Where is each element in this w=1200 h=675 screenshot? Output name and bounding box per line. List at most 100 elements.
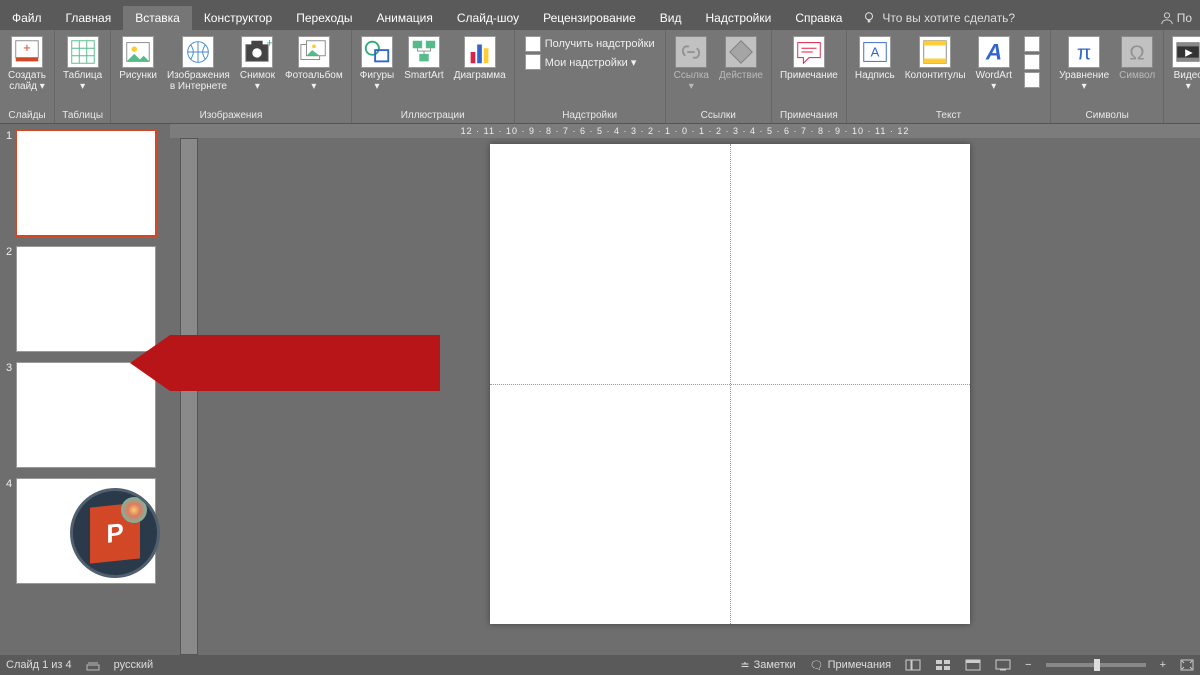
slide-counter[interactable]: Слайд 1 из 4 bbox=[6, 659, 72, 671]
sorter-view-button[interactable] bbox=[935, 659, 951, 671]
object-icon[interactable] bbox=[1024, 72, 1040, 88]
ribbon-group-надстройки: Получить надстройки Мои надстройки ▾ Надст… bbox=[515, 30, 666, 123]
reading-view-button[interactable] bbox=[965, 659, 981, 671]
ribbon-equation-button[interactable]: πУравнение ▾ bbox=[1055, 32, 1113, 92]
fit-window-button[interactable] bbox=[1180, 659, 1194, 671]
table-icon bbox=[67, 36, 99, 68]
account-button[interactable]: По bbox=[1152, 6, 1200, 30]
ribbon-group-ссылки: Ссылка ▾Действие Ссылки bbox=[666, 30, 772, 123]
horizontal-guide bbox=[490, 384, 970, 385]
language-indicator[interactable]: русский bbox=[114, 659, 153, 671]
ribbon-smartart-button[interactable]: SmartArt bbox=[400, 32, 447, 81]
ribbon-store[interactable]: Получить надстройки bbox=[525, 36, 655, 52]
ribbon-header-footer-button[interactable]: Колонтитулы bbox=[901, 32, 970, 81]
person-icon bbox=[1160, 11, 1174, 25]
ribbon-my-addins[interactable]: Мои надстройки ▾ bbox=[525, 54, 655, 70]
group-label: Таблицы bbox=[62, 109, 103, 123]
zoom-in-button[interactable]: + bbox=[1160, 659, 1166, 671]
menu-tab-файл[interactable]: Файл bbox=[0, 6, 54, 30]
svg-text:A: A bbox=[985, 40, 1002, 65]
screenshot-icon: + bbox=[241, 36, 273, 68]
menu-tab-главная[interactable]: Главная bbox=[54, 6, 124, 30]
palette-icon bbox=[121, 497, 147, 523]
ribbon-comment-button[interactable]: Примечание bbox=[776, 32, 842, 81]
ribbon-group-иллюстрации: Фигуры ▾SmartArtДиаграмма Иллюстрации bbox=[352, 30, 515, 123]
slide-thumbnail-1[interactable]: 1 bbox=[2, 130, 168, 236]
menu-tab-переходы[interactable]: Переходы bbox=[284, 6, 364, 30]
ribbon-screenshot-button[interactable]: +Снимок ▾ bbox=[236, 32, 279, 92]
ribbon-wordart-button[interactable]: AWordArt ▾ bbox=[972, 32, 1017, 92]
menu-tab-справка[interactable]: Справка bbox=[783, 6, 854, 30]
menu-tab-конструктор[interactable]: Конструктор bbox=[192, 6, 284, 30]
status-bar: Слайд 1 из 4 русский ≐ Заметки 🗨 Примеча… bbox=[0, 655, 1200, 675]
svg-text:Ω: Ω bbox=[1129, 42, 1144, 65]
zoom-out-button[interactable]: − bbox=[1025, 659, 1031, 671]
horizontal-ruler: 12 · 11 · 10 · 9 · 8 · 7 · 6 · 5 · 4 · 3… bbox=[170, 124, 1200, 138]
menu-bar: ФайлГлавнаяВставкаКонструкторПереходыАни… bbox=[0, 6, 1200, 30]
red-arrow-annotation bbox=[130, 335, 440, 391]
slideshow-view-button[interactable] bbox=[995, 659, 1011, 671]
group-label: Надстройки bbox=[562, 109, 617, 123]
menu-tab-слайд-шоу[interactable]: Слайд-шоу bbox=[445, 6, 531, 30]
ribbon-photo-album-button[interactable]: Фотоальбом ▾ bbox=[281, 32, 347, 92]
menu-tab-вставка[interactable]: Вставка bbox=[123, 6, 192, 30]
menu-tab-анимация[interactable]: Анимация bbox=[365, 6, 445, 30]
textbox-icon: A bbox=[859, 36, 891, 68]
ribbon-textbox-button[interactable]: AНадпись bbox=[851, 32, 899, 81]
link-icon bbox=[675, 36, 707, 68]
online-pictures-icon bbox=[182, 36, 214, 68]
group-label: Ссылки bbox=[701, 109, 736, 123]
ribbon-new-slide-button[interactable]: +Создать слайд ▾ bbox=[4, 32, 50, 92]
smartart-icon bbox=[408, 36, 440, 68]
symbol-icon: Ω bbox=[1121, 36, 1153, 68]
normal-view-button[interactable] bbox=[905, 659, 921, 671]
ribbon-group-примечания: Примечание Примечания bbox=[772, 30, 847, 123]
ribbon-table-button[interactable]: Таблица ▾ bbox=[59, 32, 106, 92]
menu-tab-рецензирование[interactable]: Рецензирование bbox=[531, 6, 648, 30]
ribbon-symbol-button[interactable]: ΩСимвол bbox=[1115, 32, 1159, 81]
svg-text:+: + bbox=[267, 37, 273, 49]
lightbulb-icon bbox=[862, 11, 876, 25]
tell-me-search[interactable]: Что вы хотите сделать? bbox=[862, 6, 1015, 30]
ribbon-action-button[interactable]: Действие bbox=[715, 32, 767, 81]
group-label: Иллюстрации bbox=[401, 109, 465, 123]
wordart-icon: A bbox=[978, 36, 1010, 68]
group-label: Примечания bbox=[780, 109, 838, 123]
shapes-icon bbox=[361, 36, 393, 68]
group-label: Текст bbox=[936, 109, 961, 123]
notes-button[interactable]: ≐ Заметки bbox=[740, 659, 795, 672]
my-addins-icon bbox=[525, 54, 541, 70]
ribbon-link-button[interactable]: Ссылка ▾ bbox=[670, 32, 713, 92]
group-label: Символы bbox=[1086, 109, 1129, 123]
svg-text:A: A bbox=[870, 45, 879, 60]
group-label: Изображения bbox=[200, 109, 263, 123]
ribbon-group-символы: πУравнение ▾ΩСимвол Символы bbox=[1051, 30, 1164, 123]
equation-icon: π bbox=[1068, 36, 1100, 68]
action-icon bbox=[725, 36, 757, 68]
comments-button[interactable]: 🗨 Примечания bbox=[810, 659, 891, 672]
ribbon-video-button[interactable]: Видео ▾ bbox=[1168, 32, 1200, 92]
menu-tab-надстройки[interactable]: Надстройки bbox=[693, 6, 783, 30]
slide-number-icon[interactable] bbox=[1024, 54, 1040, 70]
ribbon-shapes-button[interactable]: Фигуры ▾ bbox=[356, 32, 398, 92]
comment-icon bbox=[793, 36, 825, 68]
header-footer-icon bbox=[919, 36, 951, 68]
powerpoint-logo-badge: P bbox=[70, 488, 160, 578]
slide-canvas[interactable] bbox=[490, 144, 970, 624]
date-time-icon[interactable] bbox=[1024, 36, 1040, 52]
svg-text:+: + bbox=[23, 40, 31, 55]
ribbon-group-изображения: РисункиИзображения в Интернете+Снимок ▾Ф… bbox=[111, 30, 352, 123]
ribbon-group-мультимедиа: Видео ▾Звук ▾Запись экранаМультимедиа bbox=[1164, 30, 1200, 123]
ribbon-chart-button[interactable]: Диаграмма bbox=[450, 32, 510, 81]
store-icon bbox=[525, 36, 541, 52]
spellcheck-icon[interactable] bbox=[86, 659, 100, 671]
zoom-slider[interactable] bbox=[1046, 663, 1146, 667]
ribbon-pictures-button[interactable]: Рисунки bbox=[115, 32, 161, 81]
ribbon-group-таблицы: Таблица ▾ Таблицы bbox=[55, 30, 111, 123]
new-slide-icon: + bbox=[11, 36, 43, 68]
ribbon-online-pictures-button[interactable]: Изображения в Интернете bbox=[163, 32, 234, 92]
ribbon: +Создать слайд ▾СлайдыТаблица ▾ТаблицыРи… bbox=[0, 30, 1200, 124]
ribbon-group-текст: AНадписьКолонтитулыAWordArt ▾ Текст bbox=[847, 30, 1051, 123]
menu-tab-вид[interactable]: Вид bbox=[648, 6, 694, 30]
tell-me-label: Что вы хотите сделать? bbox=[882, 11, 1015, 25]
